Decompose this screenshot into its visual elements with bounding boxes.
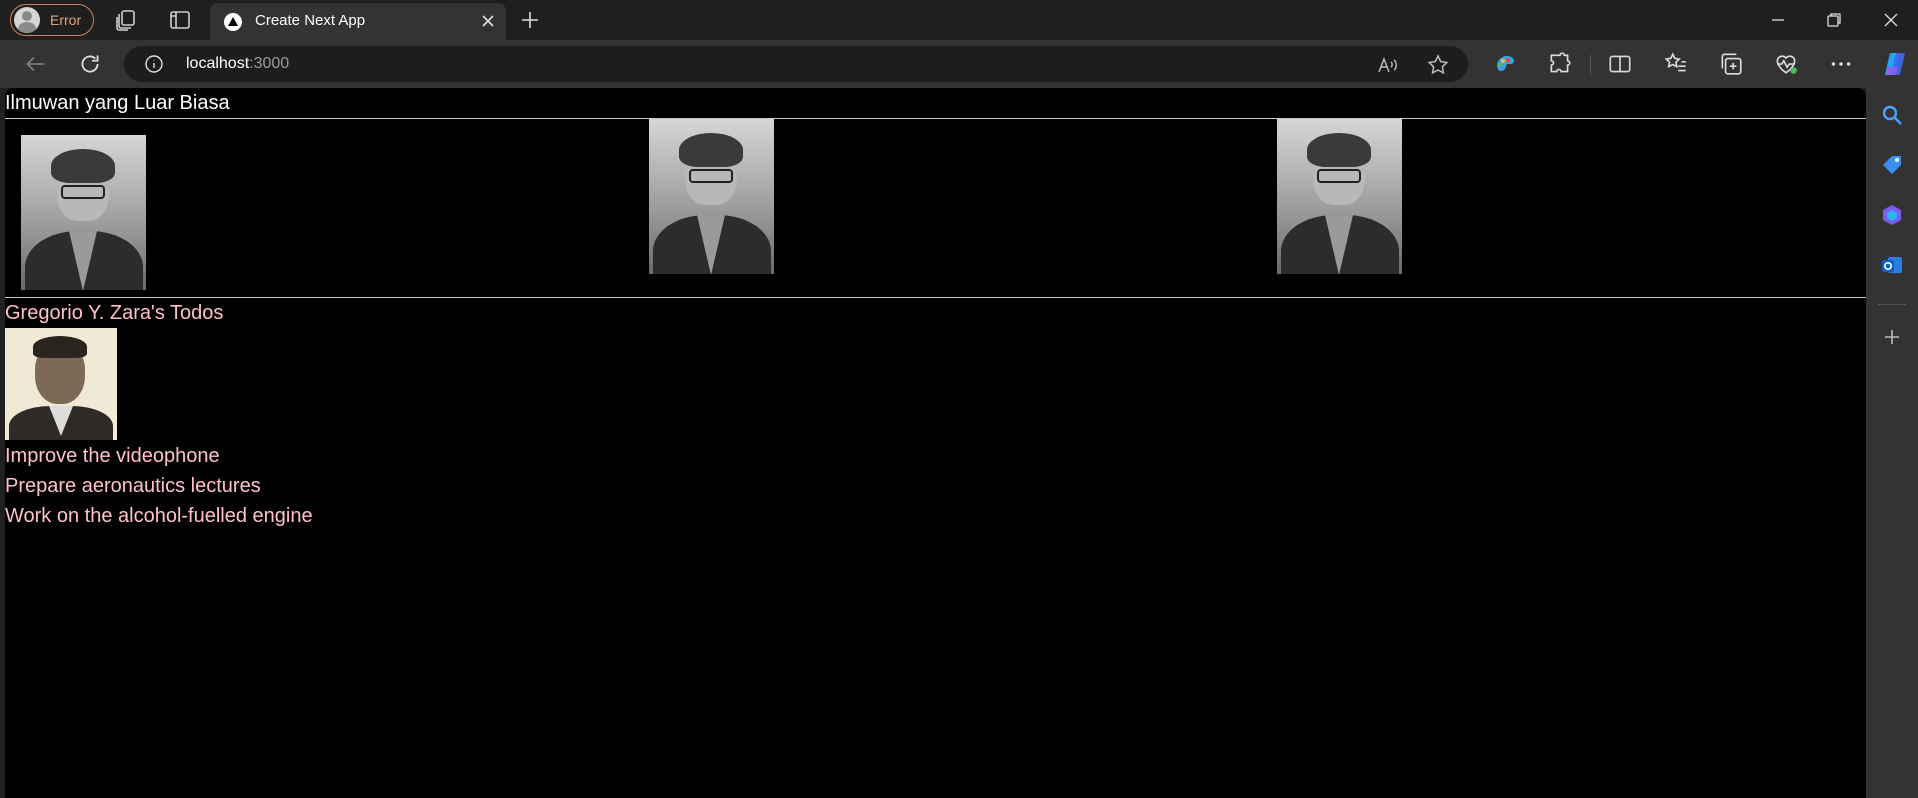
favorite-star-icon[interactable]: [1426, 53, 1450, 77]
scientist-photo: [21, 135, 146, 290]
todo-item: Prepare aeronautics lectures: [5, 475, 261, 497]
extensions-puzzle-icon[interactable]: [1547, 51, 1573, 77]
browser-toolbar: localhost:3000: [0, 40, 1918, 88]
restore-icon[interactable]: [1824, 10, 1844, 30]
nextjs-favicon-icon: [224, 13, 242, 31]
favorites-list-icon[interactable]: [1663, 51, 1689, 77]
new-tab-icon[interactable]: [518, 8, 542, 32]
workspaces-icon[interactable]: [114, 8, 138, 32]
close-window-icon[interactable]: [1881, 10, 1901, 30]
collections-icon[interactable]: [1718, 51, 1744, 77]
tab-title: Create Next App: [255, 12, 366, 29]
read-aloud-icon[interactable]: [1376, 54, 1398, 76]
profile-status-label: Error: [50, 12, 82, 28]
minimize-icon[interactable]: [1768, 10, 1788, 30]
divider-bottom: [5, 297, 1866, 298]
back-icon[interactable]: [22, 51, 48, 77]
profile-button[interactable]: Error: [10, 4, 94, 36]
copilot-hex-icon[interactable]: [1879, 202, 1905, 228]
todo-item: Improve the videophone: [5, 445, 220, 467]
todo-list: Improve the videophone Prepare aeronauti…: [5, 441, 313, 531]
split-screen-icon[interactable]: [1607, 51, 1633, 77]
copilot-icon[interactable]: [1880, 49, 1910, 79]
refresh-icon[interactable]: [77, 51, 103, 77]
search-icon[interactable]: [1879, 102, 1905, 128]
color-extension-icon[interactable]: [1492, 51, 1518, 77]
active-tab[interactable]: Create Next App: [210, 3, 506, 40]
profile-avatar-icon: [14, 7, 40, 33]
vertical-tabs-icon[interactable]: [168, 8, 192, 32]
close-tab-icon[interactable]: [478, 11, 498, 31]
todo-item: Work on the alcohol-fuelled engine: [5, 505, 313, 527]
scientist-photo: [649, 119, 774, 274]
sidebar-divider: [1878, 304, 1906, 305]
browser-title-bar: Error Create Next App: [0, 0, 1918, 40]
gregorio-zara-portrait: [5, 328, 117, 440]
page-viewport: Ilmuwan yang Luar Biasa Gregorio Y. Zara…: [5, 88, 1866, 798]
page-heading: Ilmuwan yang Luar Biasa: [5, 92, 230, 114]
address-bar[interactable]: localhost:3000: [124, 46, 1468, 82]
edge-sidebar: [1866, 88, 1918, 798]
browser-essentials-icon[interactable]: [1773, 51, 1799, 77]
outlook-icon[interactable]: [1879, 252, 1905, 278]
url-text[interactable]: localhost:3000: [186, 55, 289, 73]
more-options-icon[interactable]: [1828, 51, 1854, 77]
divider-top: [5, 118, 1866, 119]
url-host: localhost: [186, 55, 250, 72]
add-sidebar-app-icon[interactable]: [1879, 324, 1905, 350]
scientist-todos-heading: Gregorio Y. Zara's Todos: [5, 302, 224, 324]
site-info-icon[interactable]: [144, 54, 164, 74]
toolbar-divider: [1590, 55, 1591, 75]
scientist-photo: [1277, 119, 1402, 274]
shopping-tag-icon[interactable]: [1879, 152, 1905, 178]
url-port: :3000: [249, 55, 290, 72]
